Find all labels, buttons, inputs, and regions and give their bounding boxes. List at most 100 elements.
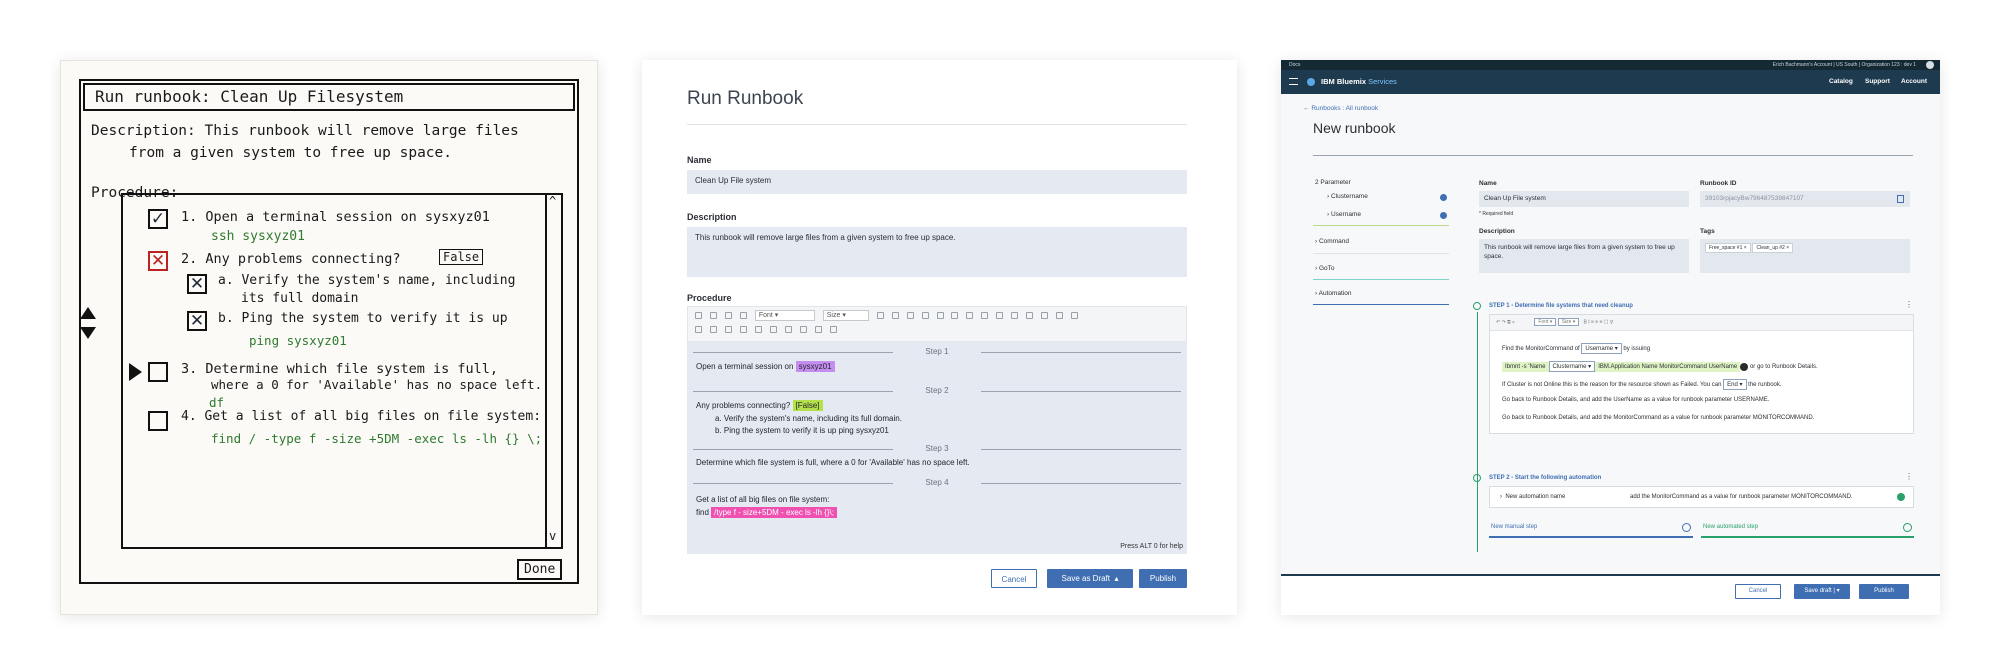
sketch-step4-checkbox[interactable] — [148, 411, 168, 431]
brand-suffix[interactable]: Services — [1368, 77, 1397, 86]
sketch-step2b-checkbox[interactable]: ✕ — [187, 311, 207, 331]
save-as-draft-button[interactable]: Save as Draft ▴ — [1047, 569, 1133, 588]
numbered-list-icon[interactable] — [1026, 312, 1034, 319]
image-icon[interactable] — [709, 326, 717, 333]
publish-button[interactable]: Publish — [1139, 569, 1187, 588]
manual-step-plus-icon[interactable] — [1682, 523, 1691, 532]
bullet-list-icon[interactable] — [1041, 312, 1049, 319]
sketch-step2a-checkbox[interactable]: ✕ — [187, 274, 207, 294]
sidebar-item-command[interactable]: › Command — [1315, 238, 1349, 245]
unlink-icon[interactable] — [1071, 312, 1079, 319]
docs-link[interactable]: Docs — [1289, 60, 1300, 70]
sidebar-parameter[interactable]: 2 Parameter — [1315, 179, 1351, 186]
font-select[interactable]: Font ▾ — [754, 310, 815, 321]
name-field[interactable]: Clean Up File system — [1479, 191, 1689, 207]
automation-name[interactable]: › New automation name — [1500, 494, 1565, 500]
code-icon[interactable] — [1056, 312, 1064, 319]
step1-font-select[interactable]: Font ▾ — [1534, 318, 1557, 326]
sketch-move-down-arrow-icon[interactable] — [80, 327, 96, 339]
nav-account[interactable]: Account — [1901, 70, 1927, 94]
align-left-icon[interactable] — [966, 312, 974, 319]
menu-icon[interactable] — [1289, 78, 1298, 85]
nav-support[interactable]: Support — [1865, 70, 1890, 94]
undo-icon[interactable] — [695, 312, 702, 319]
command-chip[interactable]: Ibmnt -s 'Name — [1502, 362, 1549, 373]
step1-variable-chip[interactable]: sysxyz01 — [795, 361, 835, 372]
table-icon[interactable] — [695, 326, 702, 333]
sketch-step1-checkbox[interactable]: ✓ — [148, 209, 168, 229]
save-draft-button[interactable]: Save draft | ▾ — [1794, 584, 1850, 599]
step1-editor-card[interactable]: ↶ ↷ ⧉ ⌕ Font ▾ Size ▾ B I ≡ ≡ ≡ ☐ ⚲ Find… — [1489, 314, 1914, 434]
tag-chip[interactable]: Free_space #1 × — [1705, 243, 1751, 253]
sidebar-item-clustername[interactable]: › Clustername — [1327, 193, 1368, 200]
sidebar-item-username[interactable]: › Username — [1327, 211, 1361, 218]
step2-flag-chip[interactable]: [False] — [792, 400, 823, 411]
highlight-icon[interactable] — [936, 312, 944, 319]
step1-title[interactable]: STEP 1 - Determine file systems that nee… — [1489, 303, 1633, 309]
new-automated-step-button[interactable]: New automated step — [1701, 520, 1914, 538]
layout-icon[interactable] — [784, 326, 792, 333]
brand-name[interactable]: IBM Bluemix — [1321, 77, 1366, 86]
size-select[interactable]: Size ▾ — [822, 310, 869, 321]
description-field[interactable]: This runbook will remove large files fro… — [687, 227, 1187, 277]
document-icon[interactable] — [754, 326, 762, 333]
italic-icon[interactable] — [891, 312, 899, 319]
sketch-step2-flag[interactable]: False — [439, 249, 484, 265]
settings-icon[interactable] — [799, 326, 807, 333]
preview-eye-icon[interactable] — [829, 326, 837, 333]
name-field[interactable]: Clean Up File system — [687, 170, 1187, 194]
link-icon[interactable] — [906, 312, 914, 319]
step2-title[interactable]: STEP 2 - Start the following automation — [1489, 475, 1601, 481]
copy-icon[interactable] — [1897, 195, 1904, 203]
find-icon[interactable] — [739, 312, 747, 319]
nav-catalog[interactable]: Catalog — [1829, 70, 1853, 94]
justify-icon[interactable] — [1011, 312, 1019, 319]
step1-add-icon[interactable] — [1473, 302, 1481, 310]
clustername-select[interactable]: Clustername ▾ — [1548, 361, 1596, 372]
sketch-scrollbar[interactable] — [545, 193, 563, 549]
tags-field[interactable]: Free_space #1 × Clean_up #2 × — [1700, 239, 1910, 273]
text-color-icon[interactable] — [921, 312, 929, 319]
insert-link-icon[interactable] — [724, 326, 732, 333]
step1-size-select[interactable]: Size ▾ — [1557, 318, 1580, 326]
automated-step-plus-icon[interactable] — [1903, 523, 1912, 532]
sidebar-item-automation[interactable]: › Automation — [1315, 290, 1352, 297]
end-select[interactable]: End ▾ — [1723, 379, 1747, 390]
step4-command-chip[interactable]: /type f - size+5DM - exec ls -lh {}\; — [711, 507, 837, 518]
tag-chip[interactable]: Clean_up #2 × — [1752, 243, 1794, 253]
username-info-icon[interactable] — [1440, 212, 1447, 219]
step2-more-icon[interactable]: ⋮ — [1905, 472, 1913, 481]
step2-add-icon[interactable] — [1473, 474, 1481, 482]
sketch-move-up-arrow-icon[interactable] — [80, 307, 96, 319]
description-field[interactable]: This runbook will remove large files fro… — [1479, 239, 1689, 273]
sidebar-item-goto[interactable]: › GoTo — [1315, 265, 1335, 272]
command-confirm-icon[interactable] — [1740, 362, 1749, 371]
breadcrumb[interactable]: ← Runbooks : All runbook — [1303, 105, 1378, 112]
account-info[interactable]: Erich Bachmann's Account | US South | Or… — [1773, 60, 1916, 70]
clustername-info-icon[interactable] — [1440, 194, 1447, 201]
media-icon[interactable] — [814, 326, 822, 333]
cancel-button[interactable]: Cancel — [991, 569, 1037, 588]
align-right-icon[interactable] — [996, 312, 1004, 319]
align-center-icon[interactable] — [981, 312, 989, 319]
automation-card[interactable]: › New automation name add the MonitorCom… — [1489, 486, 1914, 508]
paste-icon[interactable] — [724, 312, 732, 319]
sketch-scroll-down[interactable]: v — [549, 529, 556, 543]
avatar[interactable] — [1926, 61, 1934, 69]
sketch-done-button[interactable]: Done — [517, 559, 563, 580]
sketch-step3-checkbox[interactable] — [148, 362, 168, 382]
redo-icon[interactable] — [709, 312, 717, 319]
bold-icon[interactable] — [876, 312, 884, 319]
anchor-icon[interactable] — [739, 326, 747, 333]
command-chip-tail[interactable]: IBM.Application Name MonitorCommand User… — [1595, 362, 1741, 373]
username-select[interactable]: Username ▾ — [1581, 343, 1622, 354]
publish-button[interactable]: Publish — [1859, 584, 1909, 599]
procedure-editor[interactable]: Step 1 Open a terminal session on sysxyz… — [687, 342, 1187, 554]
step1-more-icon[interactable]: ⋮ — [1905, 300, 1913, 309]
clear-format-icon[interactable] — [951, 312, 959, 319]
template-icon[interactable] — [769, 326, 777, 333]
cancel-button[interactable]: Cancel — [1735, 584, 1781, 599]
new-manual-step-button[interactable]: New manual step — [1489, 520, 1693, 538]
sketch-step2-checkbox[interactable]: ✕ — [148, 251, 168, 271]
sketch-scroll-up[interactable]: ^ — [549, 194, 556, 208]
